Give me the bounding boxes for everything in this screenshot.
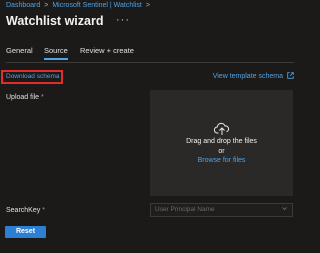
searchkey-select[interactable]: User Principal Name [150,203,293,217]
view-template-schema-label: View template schema [212,73,283,80]
breadcrumb-item-sentinel-watchlist[interactable]: Microsoft Sentinel | Watchlist [52,2,141,9]
view-template-schema-link[interactable]: View template schema [213,72,294,80]
searchkey-placeholder: User Principal Name [155,206,215,213]
breadcrumb: Dashboard > Microsoft Sentinel | Watchlist… [6,2,154,9]
upload-file-label: Upload file * [6,94,44,101]
searchkey-label: SearchKey * [6,207,45,214]
breadcrumb-separator: > [44,2,49,9]
cloud-upload-icon [213,122,230,136]
download-schema-link[interactable]: Download schema [1,70,63,84]
tab-general[interactable]: General [6,46,33,55]
chevron-down-icon [281,205,288,213]
searchkey-label-text: SearchKey [6,207,41,214]
breadcrumb-item-dashboard[interactable]: Dashboard [6,2,40,9]
tab-source[interactable]: Source [44,46,68,60]
reset-button[interactable]: Reset [5,226,46,238]
tab-review-create[interactable]: Review + create [80,46,134,55]
tabs-divider [6,62,294,63]
browse-files-link[interactable]: Browse for files [150,157,293,164]
breadcrumb-separator: > [145,2,150,9]
upload-file-label-text: Upload file [6,94,40,101]
dropzone-or: or [218,148,225,155]
required-marker: * [42,207,45,214]
dropzone-text: Drag and drop the files [186,138,257,145]
required-marker: * [41,94,44,101]
external-link-icon [287,72,294,80]
page-title: Watchlist wizard [6,14,104,28]
file-dropzone[interactable]: Drag and drop the files or Browse for fi… [150,90,293,196]
more-options-button[interactable]: ··· [116,14,130,26]
